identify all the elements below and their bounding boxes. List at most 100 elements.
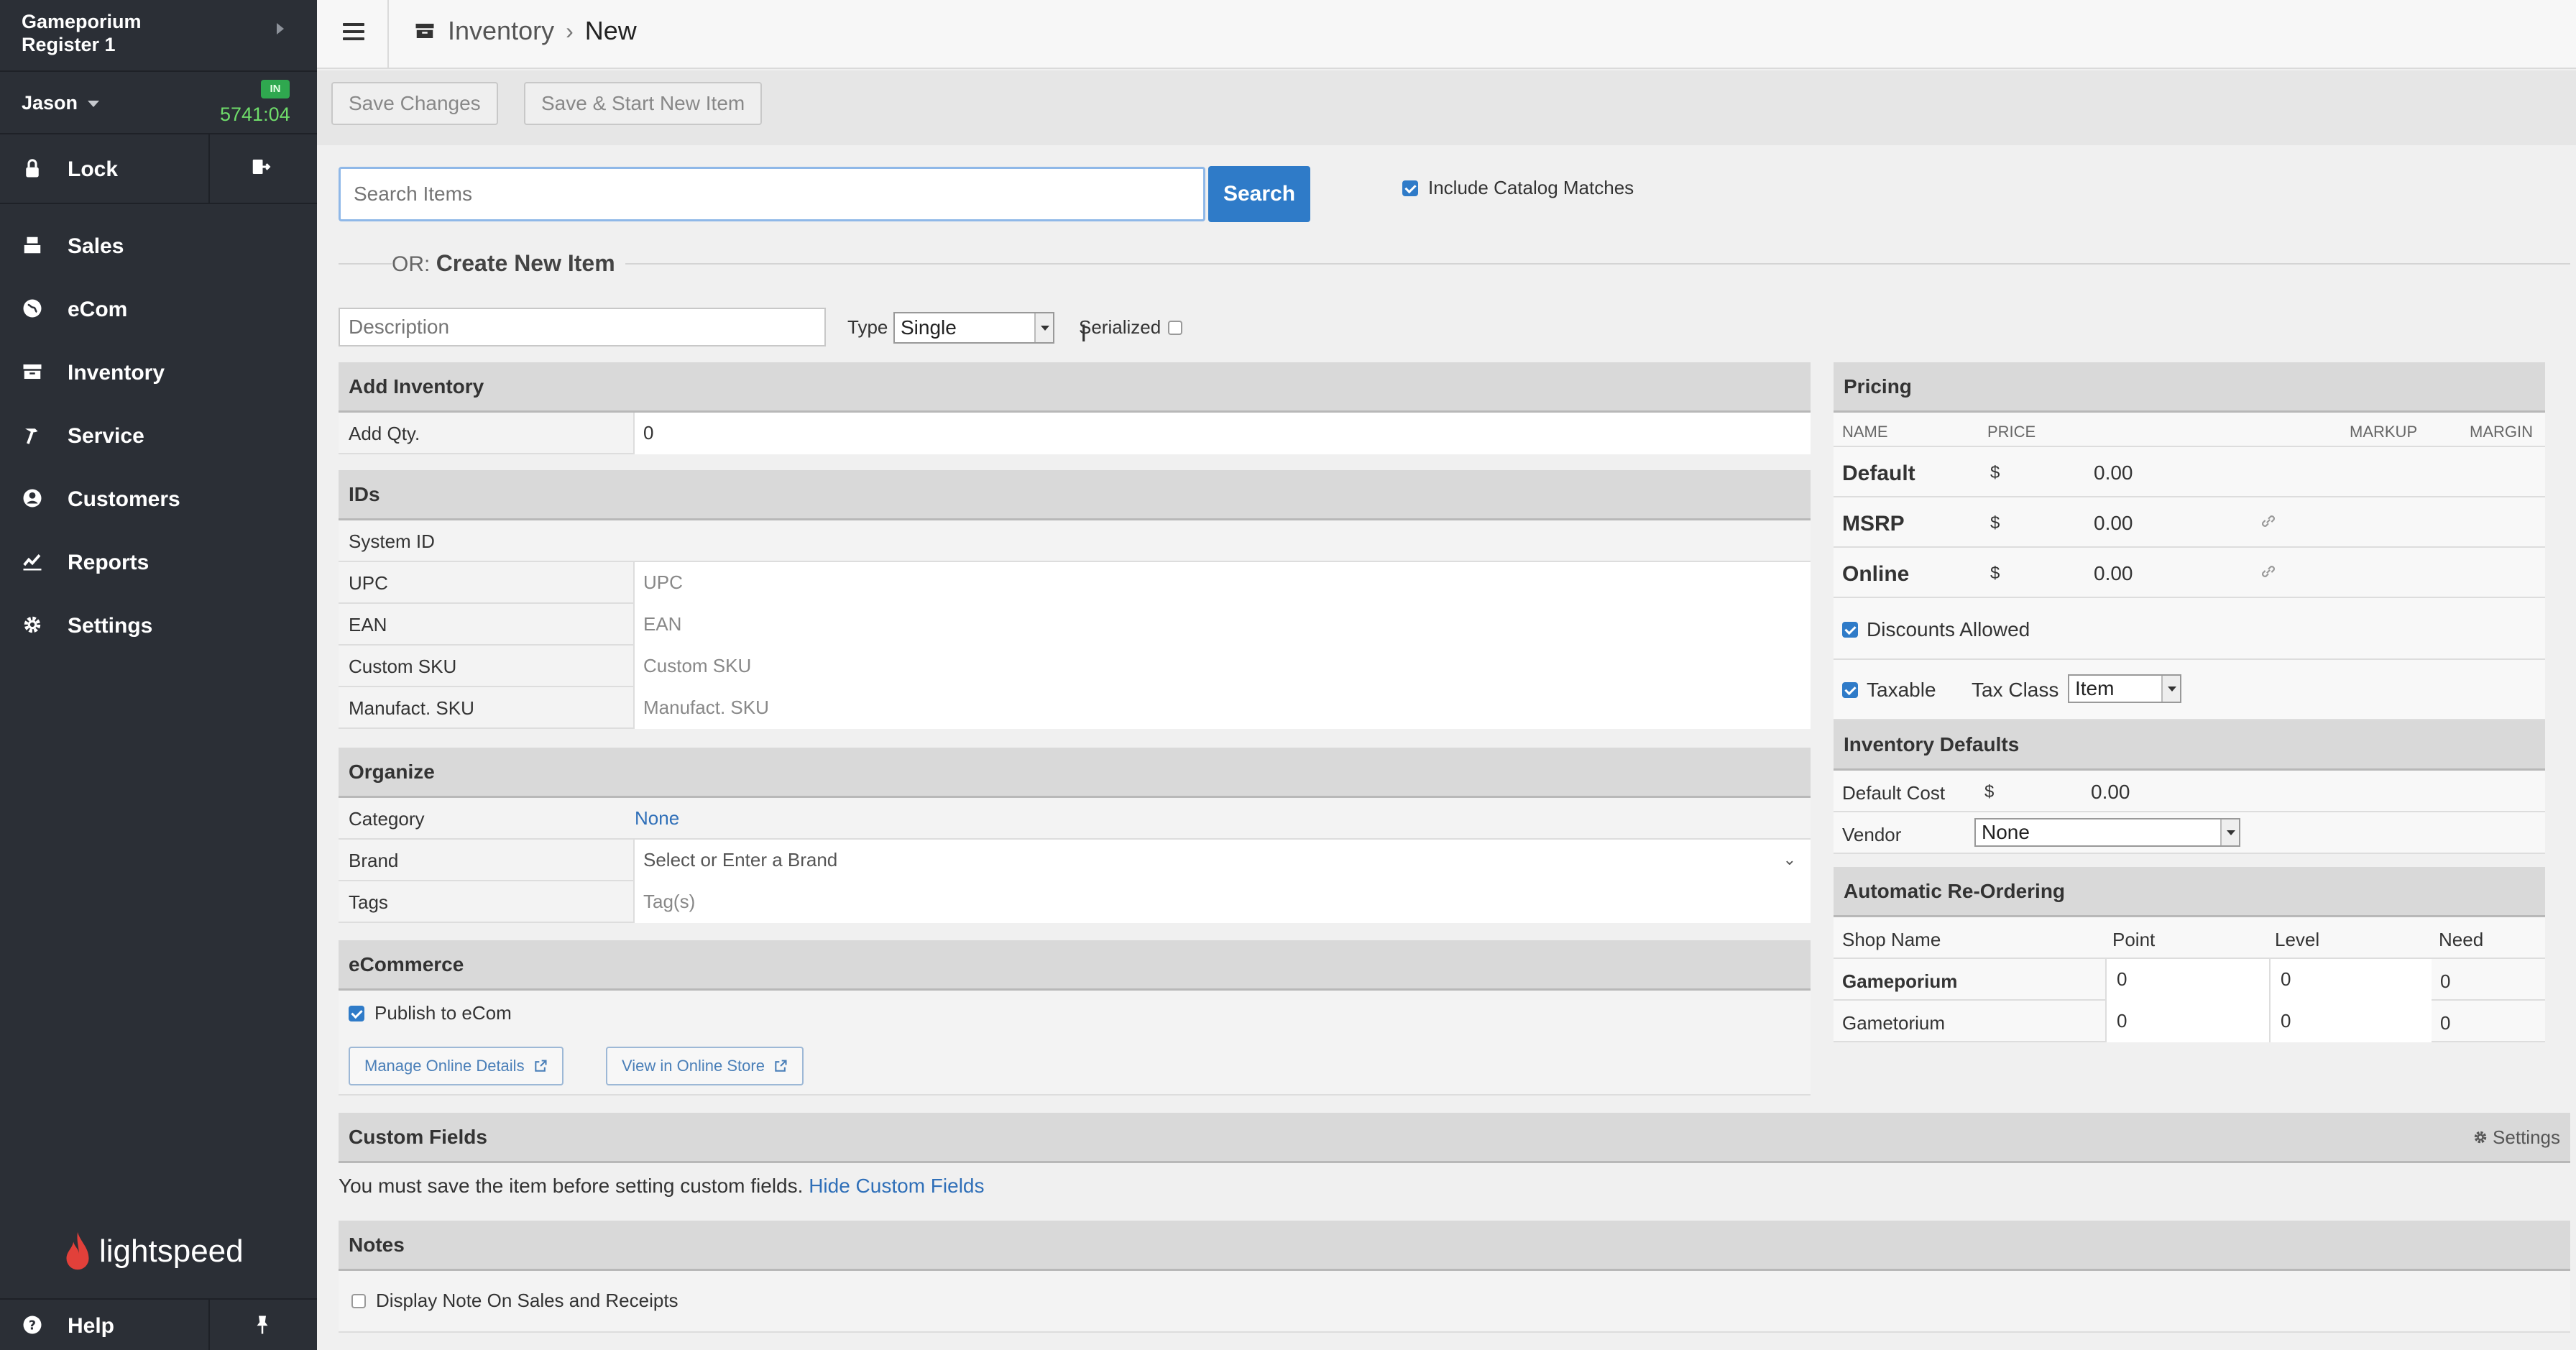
link-icon[interactable] [2259, 562, 2278, 581]
sidebar-item-customers[interactable]: Customers [0, 474, 317, 525]
serialized-toggle[interactable]: Serialized [1079, 316, 1183, 339]
hide-custom-fields-link[interactable]: Hide Custom Fields [809, 1175, 984, 1197]
view-online-store-button[interactable]: View in Online Store [606, 1047, 804, 1085]
price-input[interactable]: 0.00 [2094, 462, 2133, 485]
reorder-level-input[interactable]: 0 [2269, 959, 2432, 1001]
serialized-checkbox[interactable] [1168, 320, 1183, 335]
category-link[interactable]: None [626, 798, 1803, 840]
register-name: Register 1 [22, 34, 116, 55]
reorder-column-headers: Shop Name Point Level Need [1834, 917, 2545, 959]
publish-ecom-toggle[interactable]: Publish to eCom [349, 1002, 512, 1024]
user-name: Jason [22, 92, 78, 114]
chevron-right-icon[interactable] [277, 23, 284, 35]
save-and-new-button[interactable]: Save & Start New Item [524, 82, 763, 125]
upc-input[interactable]: UPC [633, 562, 1811, 604]
add-qty-label: Add Qty. [349, 423, 420, 444]
custom-fields-settings-button[interactable]: Settings [2472, 1113, 2560, 1162]
caret-down-icon [1034, 313, 1053, 342]
sidebar-item-settings[interactable]: Settings [0, 601, 317, 651]
reorder-need: 0 [2440, 970, 2451, 992]
price-input[interactable]: 0.00 [2094, 562, 2133, 585]
col-level: Level [2275, 929, 2320, 950]
col-margin: MARGIN [2470, 423, 2533, 441]
upc-row: UPC UPC [339, 562, 1811, 604]
inventory-defaults-header: Inventory Defaults [1834, 720, 2545, 771]
custom-sku-row: Custom SKU Custom SKU [339, 646, 1811, 687]
reorder-level-input[interactable]: 0 [2269, 1001, 2432, 1042]
brand-row: Brand Select or Enter a Brand ⌄ [339, 840, 1811, 881]
sidebar-item-reports[interactable]: Reports [0, 538, 317, 588]
vendor-select[interactable]: None [1974, 818, 2240, 847]
sidebar-item-service[interactable]: Service [0, 411, 317, 462]
display-note-toggle[interactable]: Display Note On Sales and Receipts [351, 1290, 678, 1312]
price-row-default: Default $ 0.00 [1834, 447, 2545, 497]
type-select[interactable]: Single [893, 312, 1054, 344]
include-catalog-checkbox[interactable] [1402, 180, 1418, 196]
breadcrumb-inventory[interactable]: Inventory [448, 16, 554, 46]
upc-label: UPC [349, 572, 388, 594]
publish-ecom-checkbox[interactable] [349, 1005, 364, 1021]
price-row-online: Online $ 0.00 [1834, 548, 2545, 598]
logout-icon[interactable] [250, 156, 272, 178]
vendor-row: Vendor None [1834, 812, 2545, 854]
discounts-toggle[interactable]: Discounts Allowed [1842, 618, 2030, 641]
sidebar-item-ecom[interactable]: eCom [0, 285, 317, 335]
lock-button[interactable]: Lock [0, 134, 317, 203]
price-input[interactable]: 0.00 [2094, 512, 2133, 535]
custom-fields-note: You must save the item before setting cu… [339, 1175, 985, 1198]
currency-symbol: $ [1984, 782, 1995, 802]
default-cost-input[interactable]: 0.00 [2091, 781, 2130, 804]
tax-class-select[interactable]: Item [2068, 674, 2181, 703]
save-changes-button[interactable]: Save Changes [331, 82, 498, 125]
tax-class-label: Tax Class [1972, 679, 2059, 701]
manufact-sku-input[interactable]: Manufact. SKU [633, 687, 1811, 729]
reorder-need: 0 [2440, 1012, 2451, 1034]
currency-symbol: $ [1990, 513, 2000, 533]
currency-symbol: $ [1990, 463, 2000, 482]
search-button[interactable]: Search [1208, 166, 1310, 222]
custom-sku-input[interactable]: Custom SKU [633, 646, 1811, 687]
sidebar-item-inventory[interactable]: Inventory [0, 348, 317, 398]
flame-icon [66, 1231, 89, 1270]
taxable-label: Taxable [1867, 679, 1936, 701]
vendor-value: None [1982, 821, 2030, 843]
link-icon[interactable] [2259, 512, 2278, 531]
currency-symbol: $ [1990, 564, 2000, 583]
display-note-checkbox[interactable] [351, 1293, 366, 1308]
description-input[interactable] [339, 308, 826, 346]
add-qty-input[interactable]: 0 [633, 413, 1811, 454]
vendor-label: Vendor [1842, 824, 1902, 845]
sidebar-item-sales[interactable]: Sales [0, 221, 317, 272]
tags-input[interactable]: Tag(s) [633, 881, 1811, 923]
discounts-checkbox[interactable] [1842, 622, 1858, 638]
menu-icon[interactable] [343, 23, 364, 40]
serialized-label: Serialized [1079, 316, 1162, 338]
reorder-point-input[interactable]: 0 [2105, 959, 2271, 1001]
reorder-row: Gametorium 0 0 0 [1834, 1001, 2545, 1042]
publish-ecom-label: Publish to eCom [374, 1002, 512, 1024]
pin-icon[interactable] [252, 1314, 273, 1336]
brand-select[interactable]: Select or Enter a Brand ⌄ [633, 840, 1811, 881]
category-label: Category [349, 808, 425, 830]
custom-sku-label: Custom SKU [349, 656, 457, 677]
add-qty-row: Add Qty. 0 [339, 413, 1811, 454]
reorder-point-input[interactable]: 0 [2105, 1001, 2271, 1042]
col-shop: Shop Name [1842, 929, 1941, 950]
view-online-label: View in Online Store [622, 1057, 765, 1075]
hammer-icon [25, 428, 38, 444]
search-input[interactable] [339, 167, 1205, 221]
manage-online-details-button[interactable]: Manage Online Details [349, 1047, 564, 1085]
notes-header: Notes [339, 1221, 2570, 1271]
svg-text:?: ? [29, 1318, 36, 1333]
create-new-title: Create New Item [436, 250, 615, 276]
include-catalog-toggle[interactable]: Include Catalog Matches [1402, 177, 1634, 199]
price-row-msrp: MSRP $ 0.00 [1834, 497, 2545, 548]
user-menu[interactable]: Jason [22, 92, 100, 114]
store-register[interactable]: Gameporium Register 1 [22, 10, 142, 56]
help-label: Help [68, 1314, 115, 1338]
help-button[interactable]: ? Help [0, 1300, 317, 1350]
taxable-checkbox[interactable] [1842, 682, 1858, 698]
inventory-icon [23, 364, 42, 379]
ean-input[interactable]: EAN [633, 604, 1811, 646]
taxable-toggle[interactable]: Taxable [1842, 679, 1936, 702]
